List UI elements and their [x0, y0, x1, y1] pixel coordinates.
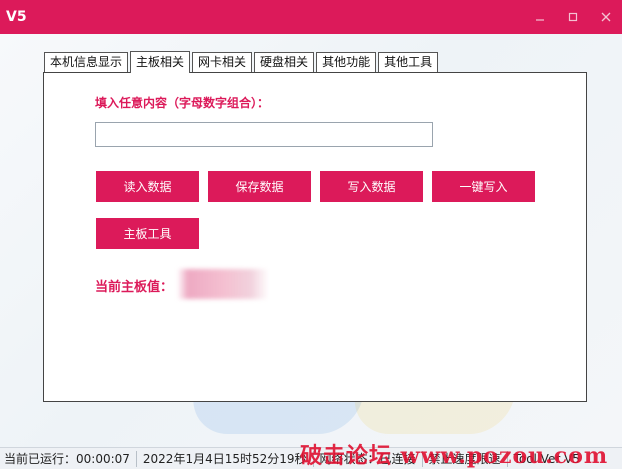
datetime-status: 2022年1月4日15时52分19秒 — [142, 452, 307, 466]
current-board-value-redacted — [177, 269, 269, 299]
tab-local-info[interactable]: 本机信息显示 — [44, 52, 129, 72]
title-bar: V5 — [0, 0, 622, 34]
tab-motherboard[interactable]: 主板相关 — [130, 51, 191, 73]
tab-other-functions[interactable]: 其他功能 — [316, 52, 377, 72]
write-data-button[interactable]: 写入数据 — [320, 171, 423, 202]
motherboard-panel: 填入任意内容（字母数字组合）： 读入数据 保存数据 写入数据 一键写入 主板工具… — [43, 72, 587, 402]
input-label: 填入任意内容（字母数字组合）： — [95, 96, 270, 110]
current-board-label: 当前主板值： — [95, 280, 174, 295]
save-data-button[interactable]: 保存数据 — [208, 171, 311, 202]
window-title: V5 — [6, 9, 27, 25]
tab-other-tools[interactable]: 其他工具 — [378, 52, 439, 72]
window-controls — [523, 0, 622, 34]
runtime-status: 当前已运行：00:00:07 — [4, 452, 130, 466]
maximize-icon — [568, 12, 577, 22]
content-input[interactable] — [95, 122, 433, 147]
minimize-icon — [535, 19, 544, 21]
read-data-button[interactable]: 读入数据 — [96, 171, 199, 202]
tab-hard-disk[interactable]: 硬盘相关 — [254, 52, 315, 72]
tab-network-card[interactable]: 网卡相关 — [192, 52, 253, 72]
watermark-text: 破击论坛 www.pozou.com — [300, 443, 609, 469]
close-icon — [601, 12, 610, 22]
one-click-write-button[interactable]: 一键写入 — [432, 171, 535, 202]
close-button[interactable] — [589, 0, 622, 34]
maximize-button[interactable] — [556, 0, 589, 34]
status-divider — [135, 450, 137, 467]
minimize-button[interactable] — [523, 0, 556, 34]
board-tool-button[interactable]: 主板工具 — [96, 218, 199, 249]
tab-strip: 本机信息显示 主板相关 网卡相关 硬盘相关 其他功能 其他工具 — [44, 51, 440, 73]
